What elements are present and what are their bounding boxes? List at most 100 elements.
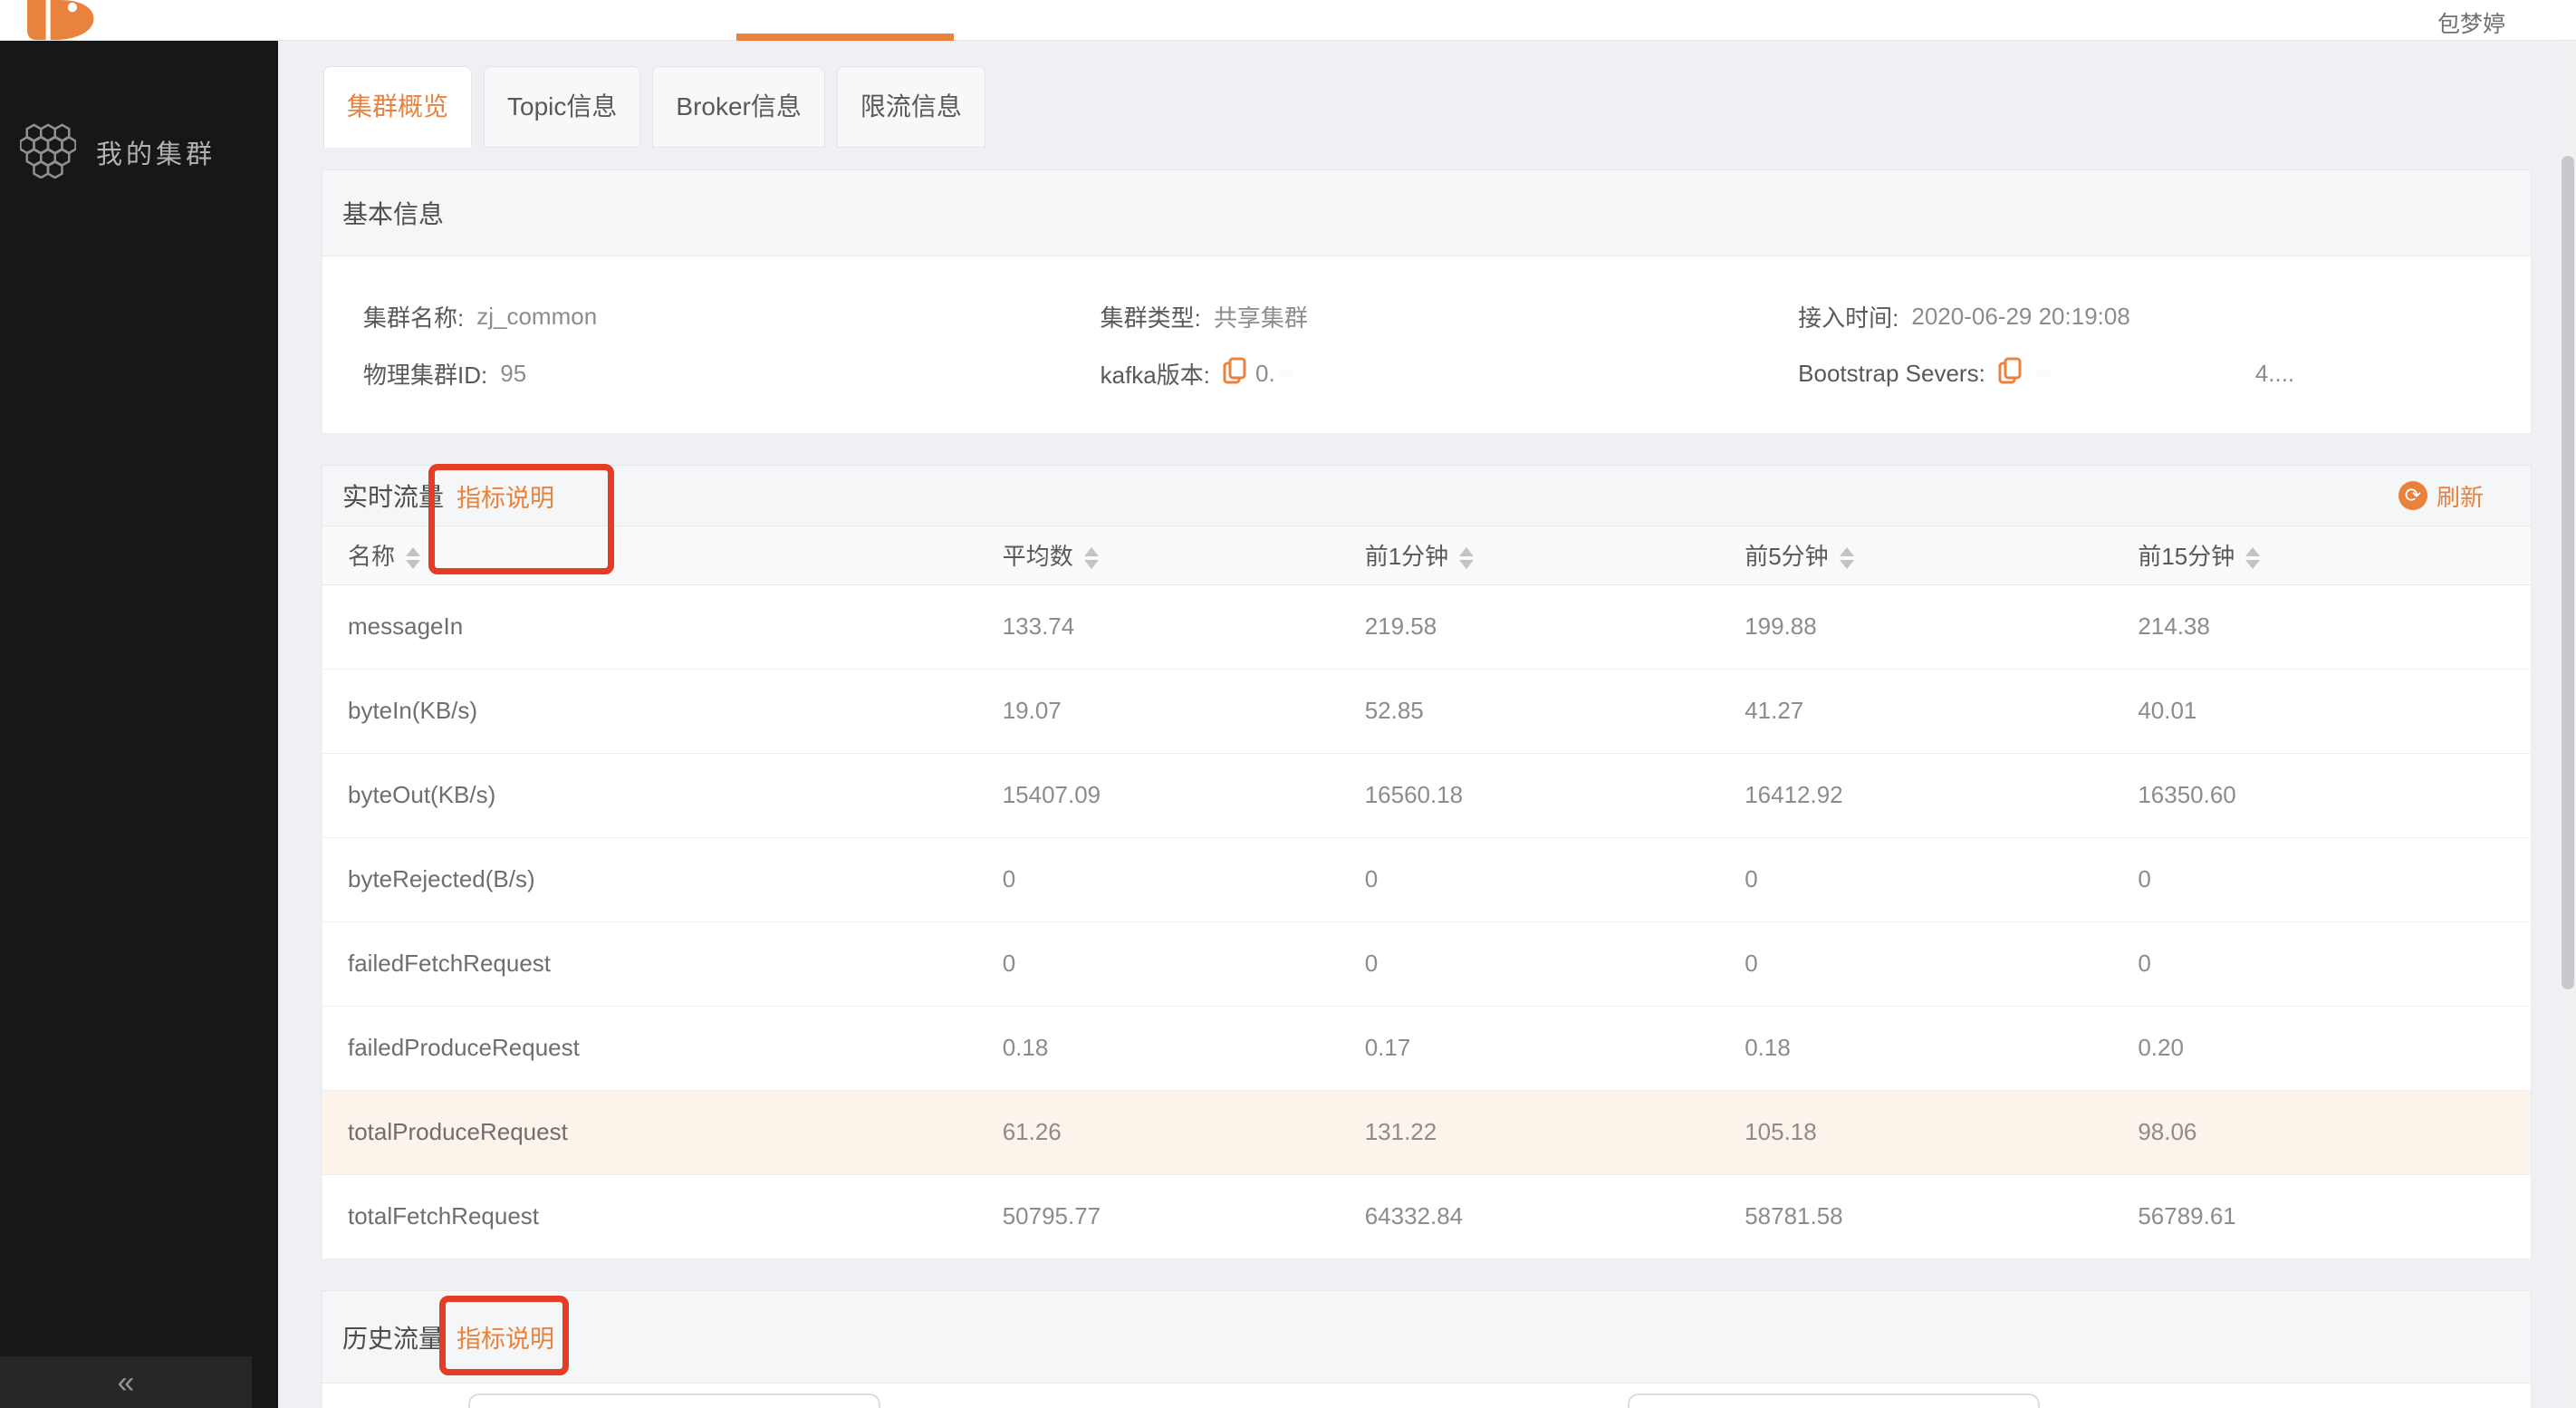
info-field: kafka版本:0.··	[1101, 357, 1799, 391]
metric-value-cell: 0	[1365, 837, 1745, 921]
scrollbar-track[interactable]	[2561, 40, 2576, 1408]
tab-cluster-overview[interactable]: 集群概览	[323, 66, 472, 148]
history-traffic-header: 历史流量 指标说明	[322, 1290, 2532, 1384]
sidebar-collapse-button[interactable]: «	[0, 1356, 252, 1408]
metric-value-cell: 15407.09	[1003, 753, 1365, 837]
table-row: byteIn(KB/s)19.0752.8541.2740.01	[322, 669, 2532, 753]
tab-bar: 集群概览Topic信息Broker信息限流信息	[323, 66, 985, 148]
metric-value-cell: 41.27	[1745, 669, 2138, 753]
column-header-last-5min[interactable]: 前5分钟	[1745, 526, 2138, 584]
top-header: 包梦婷	[0, 0, 2576, 41]
info-field-value: 2020-06-29 20:19:08	[1911, 303, 2129, 331]
metric-name-cell: messageIn	[322, 584, 1003, 669]
table-row: byteOut(KB/s)15407.0916560.1816412.92163…	[322, 753, 2532, 837]
refresh-button[interactable]: ⟳ 刷新	[2398, 479, 2484, 513]
copy-icon[interactable]	[1223, 357, 1246, 391]
info-field-label: 集群名称:	[363, 300, 464, 333]
column-header-label: 名称	[348, 543, 395, 570]
metric-doc-link[interactable]: 指标说明	[457, 478, 554, 514]
column-header-last-1min[interactable]: 前1分钟	[1365, 526, 1745, 584]
info-field-label: 接入时间:	[1798, 300, 1898, 333]
column-header-label: 前5分钟	[1745, 543, 1828, 570]
metric-value-cell: 0.20	[2138, 1006, 2531, 1090]
realtime-traffic-section: 实时流量 指标说明 ⟳ 刷新 名称 平均数前1分钟前5分钟 前15分钟 messag…	[322, 465, 2532, 1259]
tab-topic-info[interactable]: Topic信息	[484, 66, 640, 148]
column-header-label: 前15分钟	[2138, 543, 2235, 570]
history-chart-card	[468, 1394, 880, 1408]
sort-arrows-icon[interactable]	[1840, 547, 1854, 569]
metric-name-cell: failedProduceRequest	[322, 1006, 1003, 1090]
collapse-chevrons-icon: «	[118, 1367, 135, 1398]
metric-value-cell: 105.18	[1745, 1090, 2138, 1174]
metric-value-cell: 64332.84	[1365, 1174, 1745, 1259]
metric-value-cell: 50795.77	[1003, 1174, 1365, 1259]
metric-value-cell: 0	[2138, 921, 2531, 1006]
metric-value-cell: 0	[1745, 921, 2138, 1006]
refresh-label: 刷新	[2437, 479, 2484, 513]
history-traffic-section: 历史流量 指标说明	[322, 1290, 2532, 1408]
info-field-value: zj_common	[476, 303, 597, 331]
metric-name-cell: totalProduceRequest	[322, 1090, 1003, 1174]
tab-throttle-info[interactable]: 限流信息	[837, 66, 985, 148]
metric-name-cell: byteOut(KB/s)	[322, 753, 1003, 837]
metric-doc-link[interactable]: 指标说明	[457, 1319, 554, 1355]
metric-value-cell: 98.06	[2138, 1090, 2531, 1174]
column-header-name[interactable]: 名称	[322, 526, 1003, 584]
metric-value-cell: 0.18	[1003, 1006, 1365, 1090]
info-field-label: kafka版本:	[1101, 357, 1210, 391]
sidebar-item-my-clusters[interactable]: 我的集群	[0, 118, 278, 187]
info-field: 接入时间: 2020-06-29 20:19:08	[1798, 300, 2531, 333]
history-chart-card	[1628, 1394, 2040, 1408]
metric-name-cell: byteRejected(B/s)	[322, 837, 1003, 921]
table-row: failedProduceRequest0.180.170.180.20	[322, 1006, 2532, 1090]
metric-value-cell: 219.58	[1365, 584, 1745, 669]
info-field-label: Bootstrap Severs:	[1798, 360, 1985, 388]
realtime-traffic-header: 实时流量 指标说明 ⟳ 刷新	[322, 465, 2532, 526]
brand-logo-icon[interactable]	[13, 0, 107, 44]
sidebar-item-label: 我的集群	[96, 133, 216, 171]
redacted-text: ··	[2036, 361, 2051, 386]
metrics-table: 名称平均数前1分钟前5分钟前15分钟 messageIn133.74219.58…	[322, 526, 2532, 1259]
metric-value-cell: 199.88	[1745, 584, 2138, 669]
metric-value-cell: 0	[1365, 921, 1745, 1006]
tab-broker-info[interactable]: Broker信息	[652, 66, 824, 148]
metric-value-cell: 56789.61	[2138, 1174, 2531, 1259]
info-field: 集群名称: zj_common	[363, 300, 1101, 333]
metric-value-cell: 0	[1003, 921, 1365, 1006]
metric-value-cell: 0	[2138, 837, 2531, 921]
refresh-icon: ⟳	[2398, 481, 2427, 510]
column-header-last-15min[interactable]: 前15分钟	[2138, 526, 2531, 584]
section-title: 基本信息	[342, 195, 444, 231]
sort-arrows-icon[interactable]	[406, 547, 420, 569]
user-name[interactable]: 包梦婷	[2437, 6, 2505, 39]
scrollbar-thumb[interactable]	[2562, 156, 2574, 989]
table-row: failedFetchRequest0000	[322, 921, 2532, 1006]
sort-arrows-icon[interactable]	[2245, 547, 2260, 569]
metric-value-cell: 0.18	[1745, 1006, 2138, 1090]
basic-info-body: 集群名称: zj_common 集群类型: 共享集群 接入时间: 2020-06-29 2…	[322, 256, 2532, 434]
metric-value-cell: 52.85	[1365, 669, 1745, 753]
metric-value-cell: 0	[1745, 837, 2138, 921]
honeycomb-icon	[20, 122, 76, 183]
sort-arrows-icon[interactable]	[1459, 547, 1474, 569]
info-field-label: 集群类型:	[1101, 300, 1201, 333]
metric-value-cell: 19.07	[1003, 669, 1365, 753]
metric-value-cell: 0	[1003, 837, 1365, 921]
basic-info-section: 基本信息 集群名称: zj_common 集群类型: 共享集群 接入时间: 2020-06…	[322, 169, 2532, 434]
info-field-label: 物理集群ID:	[363, 357, 487, 391]
info-field: Bootstrap Severs:··4....	[1798, 357, 2531, 391]
table-row: totalProduceRequest61.26131.22105.1898.0…	[322, 1090, 2532, 1174]
table-row: byteRejected(B/s)0000	[322, 837, 2532, 921]
copy-icon[interactable]	[1998, 357, 2022, 391]
basic-info-header: 基本信息	[322, 169, 2532, 256]
metric-name-cell: totalFetchRequest	[322, 1174, 1003, 1259]
metric-value-cell: 16350.60	[2138, 753, 2531, 837]
sort-arrows-icon[interactable]	[1084, 547, 1099, 569]
metric-name-cell: failedFetchRequest	[322, 921, 1003, 1006]
column-header-avg[interactable]: 平均数	[1003, 526, 1365, 584]
info-field-value: 共享集群	[1214, 300, 1308, 333]
metric-name-cell: byteIn(KB/s)	[322, 669, 1003, 753]
table-row: totalFetchRequest50795.7764332.8458781.5…	[322, 1174, 2532, 1259]
metric-value-cell: 0.17	[1365, 1006, 1745, 1090]
info-field: 物理集群ID:95	[363, 357, 1101, 391]
